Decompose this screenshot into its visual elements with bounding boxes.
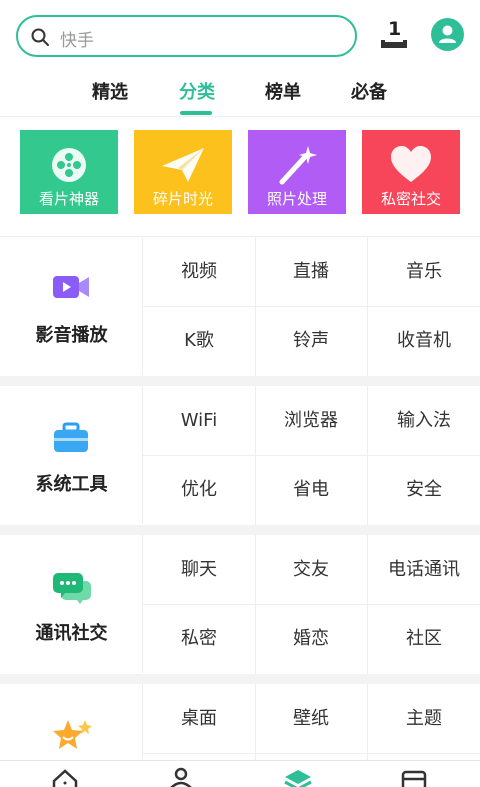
category-item[interactable]: 社区 bbox=[368, 604, 480, 673]
category-item[interactable]: 桌面 bbox=[143, 684, 255, 753]
category-item[interactable]: 视频 bbox=[143, 237, 255, 306]
section-header[interactable] bbox=[0, 684, 143, 760]
tab-featured[interactable]: 精选 bbox=[80, 78, 140, 104]
banner-fragment-time[interactable]: 碎片时光 bbox=[134, 130, 232, 214]
section-gap bbox=[0, 525, 480, 535]
category-item[interactable]: WiFi bbox=[143, 386, 255, 455]
divider bbox=[255, 684, 256, 760]
search-icon bbox=[31, 28, 49, 46]
user-icon[interactable] bbox=[166, 767, 196, 787]
category-item[interactable]: 聊天 bbox=[143, 535, 255, 604]
category-section-tools: 系统工具 WiFi 浏览器 输入法 优化 省电 安全 bbox=[0, 386, 480, 525]
category-section-media: 影音播放 视频 直播 音乐 K歌 铃声 收音机 bbox=[0, 237, 480, 376]
user-avatar-icon bbox=[439, 25, 456, 43]
banner-private-social[interactable]: 私密社交 bbox=[362, 130, 460, 214]
inbox-icon[interactable] bbox=[399, 767, 429, 787]
search-input[interactable]: 快手 bbox=[16, 15, 357, 57]
section-title: 系统工具 bbox=[35, 474, 108, 495]
avatar[interactable] bbox=[431, 18, 464, 51]
category-item[interactable]: 铃声 bbox=[255, 306, 367, 375]
download-tray-icon bbox=[381, 40, 407, 48]
tab-rankings[interactable]: 榜单 bbox=[253, 78, 313, 104]
category-item[interactable]: 收音机 bbox=[368, 306, 480, 375]
home-icon[interactable] bbox=[50, 767, 80, 787]
divider bbox=[367, 386, 368, 525]
category-section-social: 通讯社交 聊天 交友 电话通讯 私密 婚恋 社区 bbox=[0, 535, 480, 674]
section-gap bbox=[0, 376, 480, 386]
category-item[interactable]: 浏览器 bbox=[255, 386, 367, 455]
category-item[interactable]: 电话通讯 bbox=[368, 535, 480, 604]
paper-plane-icon bbox=[162, 148, 204, 182]
category-item[interactable]: 交友 bbox=[255, 535, 367, 604]
banner-label: 碎片时光 bbox=[152, 190, 213, 208]
category-item[interactable]: 主题 bbox=[368, 684, 480, 753]
divider bbox=[367, 535, 368, 674]
section-title: 通讯社交 bbox=[35, 623, 108, 644]
section-header[interactable]: 系统工具 bbox=[0, 386, 143, 524]
divider bbox=[143, 604, 480, 605]
divider bbox=[255, 386, 256, 525]
magic-wand-icon bbox=[279, 146, 317, 185]
divider bbox=[367, 684, 368, 760]
section-title: 影音播放 bbox=[35, 325, 108, 346]
banner-photo-editing[interactable]: 照片处理 bbox=[248, 130, 346, 214]
banner-label: 私密社交 bbox=[380, 190, 441, 208]
category-item[interactable]: 直播 bbox=[255, 237, 367, 306]
active-tab-indicator bbox=[180, 111, 212, 115]
category-item[interactable]: 婚恋 bbox=[255, 604, 367, 673]
feature-banners: 看片神器 碎片时光 照片处理 私密社交 bbox=[0, 117, 480, 237]
category-section-personalize: 桌面 壁纸 主题 bbox=[0, 684, 480, 760]
bottom-navigation bbox=[0, 760, 480, 787]
divider bbox=[367, 237, 368, 376]
banner-label: 看片神器 bbox=[38, 190, 99, 208]
divider bbox=[143, 306, 480, 307]
heart-icon bbox=[391, 146, 431, 182]
divider bbox=[143, 753, 480, 754]
category-item[interactable]: 安全 bbox=[368, 455, 480, 524]
category-item[interactable]: 私密 bbox=[143, 604, 255, 673]
search-placeholder: 快手 bbox=[60, 31, 94, 51]
category-item[interactable]: K歌 bbox=[143, 306, 255, 375]
category-item[interactable]: 音乐 bbox=[368, 237, 480, 306]
banner-label: 照片处理 bbox=[266, 190, 327, 208]
section-header[interactable]: 通讯社交 bbox=[0, 535, 143, 673]
divider bbox=[255, 237, 256, 376]
category-item[interactable]: 优化 bbox=[143, 455, 255, 524]
tab-bar: 精选 分类 榜单 必备 bbox=[0, 72, 480, 116]
tab-categories[interactable]: 分类 bbox=[167, 78, 227, 104]
category-item[interactable]: 输入法 bbox=[368, 386, 480, 455]
divider bbox=[255, 535, 256, 674]
category-item[interactable]: 省电 bbox=[255, 455, 367, 524]
download-manager-button[interactable]: 1 bbox=[380, 18, 408, 50]
section-gap bbox=[0, 674, 480, 684]
toolbox-icon bbox=[54, 422, 88, 452]
chat-bubbles-icon bbox=[53, 573, 91, 604]
banner-movie-apps[interactable]: 看片神器 bbox=[20, 130, 118, 214]
video-camera-icon bbox=[53, 276, 89, 298]
category-stack-icon[interactable] bbox=[283, 767, 313, 787]
film-reel-icon bbox=[52, 148, 86, 182]
category-item[interactable]: 壁纸 bbox=[255, 684, 367, 753]
top-bar: 快手 1 bbox=[0, 0, 480, 72]
tab-essentials[interactable]: 必备 bbox=[339, 78, 399, 104]
section-header[interactable]: 影音播放 bbox=[0, 237, 143, 375]
divider bbox=[143, 455, 480, 456]
star-icon bbox=[53, 720, 92, 749]
